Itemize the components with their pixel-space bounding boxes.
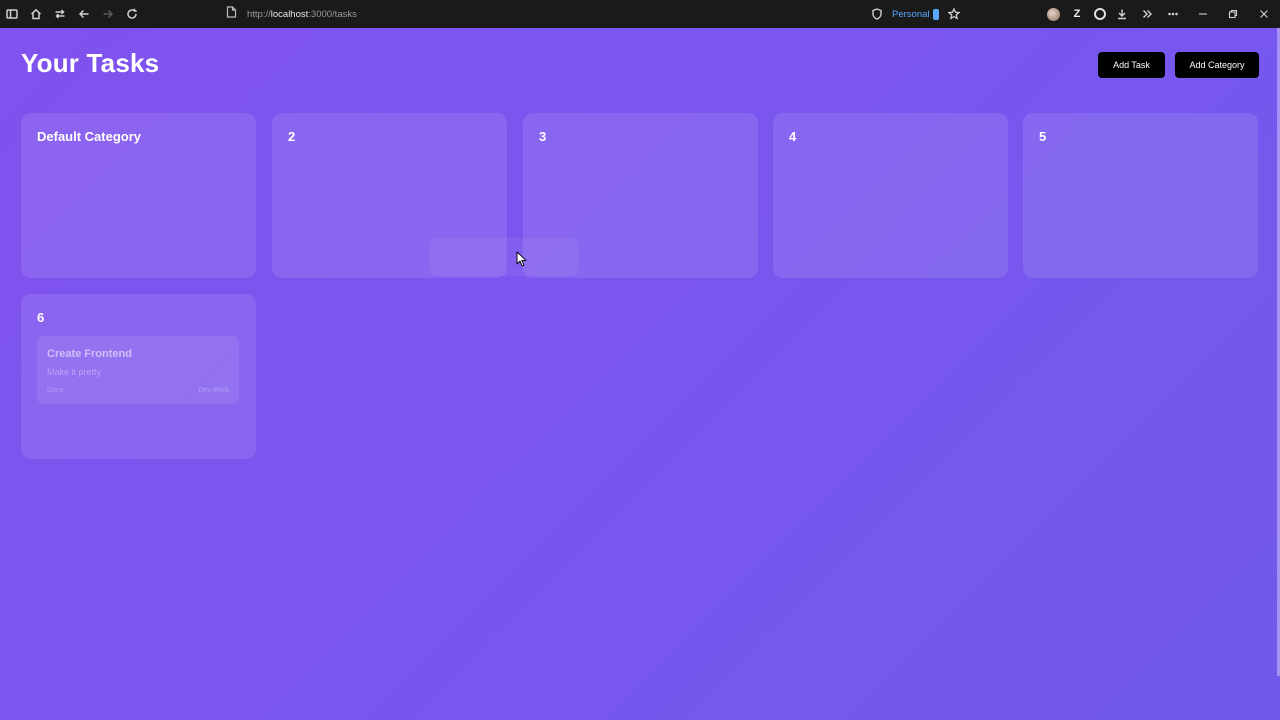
back-icon[interactable] — [74, 4, 94, 24]
category-title: 2 — [288, 129, 296, 144]
category-title: Default Category — [37, 129, 142, 144]
category-card-5[interactable]: 5 — [1023, 113, 1258, 278]
profile-badge — [932, 8, 939, 20]
shield-icon — [872, 8, 882, 20]
chevrons-right-icon[interactable] — [1138, 5, 1156, 23]
minimize-icon[interactable] — [1192, 4, 1214, 24]
g-extension-icon[interactable] — [1091, 5, 1109, 23]
url-host: localhost — [270, 8, 309, 20]
profile-label: Personal — [892, 8, 930, 20]
avatar-extension-icon[interactable] — [1044, 5, 1062, 23]
home-icon[interactable] — [26, 4, 46, 24]
category-card-default[interactable]: Default Category — [21, 113, 256, 278]
category-title: 4 — [789, 129, 797, 144]
forward-icon[interactable] — [98, 4, 118, 24]
more-icon[interactable] — [1164, 5, 1182, 23]
category-card-6[interactable]: 6 Create Frontend Make it pretty Done De… — [21, 294, 256, 459]
add-category-button[interactable]: Add Category — [1175, 52, 1259, 78]
sync-icon[interactable] — [50, 4, 70, 24]
restore-icon[interactable] — [1222, 4, 1244, 24]
reload-icon[interactable] — [122, 4, 142, 24]
download-icon[interactable] — [1113, 5, 1131, 23]
address-bar[interactable]: http://localhost:3000/tasks — [226, 4, 357, 24]
sidebar-icon[interactable] — [2, 4, 22, 24]
avatar — [1046, 7, 1060, 21]
category-card-4[interactable]: 4 — [773, 113, 1008, 278]
profile-button[interactable]: Personal — [871, 4, 939, 24]
task-card[interactable]: Create Frontend Make it pretty Done Dev … — [37, 336, 239, 404]
add-task-button[interactable]: Add Task — [1098, 52, 1165, 78]
star-icon[interactable] — [945, 4, 963, 24]
page-title: Your Tasks — [21, 48, 160, 78]
category-title: 3 — [539, 129, 547, 144]
drag-preview — [430, 238, 578, 276]
category-title: 6 — [37, 310, 45, 325]
task-status: Done — [47, 387, 64, 394]
z-extension-icon[interactable]: Z — [1068, 5, 1086, 23]
url-path: :3000/tasks — [308, 8, 357, 20]
task-title: Create Frontend — [47, 348, 132, 360]
category-title: 5 — [1039, 129, 1047, 144]
task-category-label: Dev Work — [198, 387, 229, 394]
page-icon — [226, 5, 237, 23]
mouse-cursor-icon — [516, 251, 527, 267]
page-viewport: Your Tasks Add Task Add Category Default… — [0, 28, 1280, 720]
task-description: Make it pretty — [47, 367, 102, 377]
browser-toolbar: http://localhost:3000/tasks Personal Z — [0, 0, 1280, 28]
url-scheme: http:// — [247, 8, 271, 20]
close-icon[interactable] — [1253, 4, 1275, 24]
url-text[interactable]: http://localhost:3000/tasks — [247, 9, 357, 20]
